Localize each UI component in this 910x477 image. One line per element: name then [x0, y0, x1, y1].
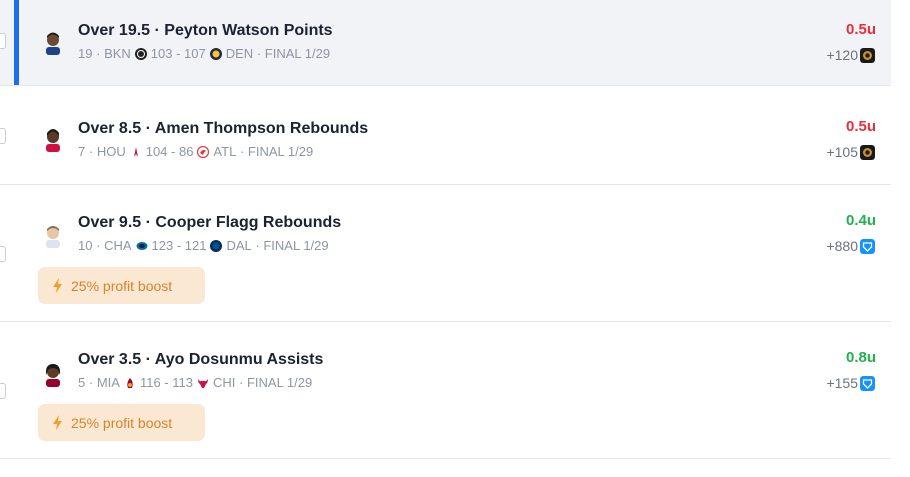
fanduel-icon — [860, 238, 875, 254]
odds-value: +155 — [826, 375, 858, 391]
bet-row[interactable]: Over 8.5 · Amen Thompson Rebounds 7 · HO… — [0, 86, 891, 185]
bet-title: Over 9.5 · Cooper Flagg Rebounds — [78, 214, 342, 231]
game-info: 7 · HOU 104 - 86 ATL · FINAL 1/29 — [78, 144, 314, 159]
game-score: 104 - 86 — [145, 144, 194, 159]
units-value: 0.5u — [845, 21, 876, 38]
selected-indicator — [14, 0, 19, 85]
units-value: 0.5u — [845, 118, 876, 135]
stat-result: 5 — [78, 375, 86, 390]
units-value: 0.4u — [845, 212, 876, 229]
game-status: FINAL 1/29 — [264, 46, 331, 61]
row-checkbox[interactable] — [0, 33, 6, 49]
profit-boost-label: 25% profit boost — [71, 277, 173, 294]
odds: +880 — [826, 238, 875, 254]
lightning-icon — [53, 415, 62, 430]
game-status: FINAL 1/29 — [246, 375, 313, 390]
bet-title: Over 19.5 · Peyton Watson Points — [78, 22, 333, 39]
game-status: FINAL 1/29 — [263, 238, 329, 253]
hawks-logo-icon — [197, 145, 210, 158]
game-info: 19 · BKN 103 - 107 DEN · FINAL 1/29 — [78, 46, 331, 61]
rockets-logo-icon — [133, 146, 138, 157]
nuggets-logo-icon — [209, 47, 222, 60]
stat-result: 10 — [78, 238, 93, 253]
player-avatar — [46, 226, 60, 248]
row-checkbox[interactable] — [0, 383, 6, 399]
heat-logo-icon — [127, 377, 133, 388]
bet365-icon — [860, 47, 875, 63]
lightning-icon — [53, 278, 62, 293]
game-score: 123 - 121 — [151, 238, 207, 253]
team-home: DEN — [225, 46, 254, 61]
team-home: ATL — [213, 144, 237, 159]
odds-value: +105 — [826, 144, 858, 160]
units-value: 0.8u — [845, 349, 876, 366]
team-away: BKN — [104, 46, 131, 61]
odds: +120 — [826, 47, 875, 63]
row-checkbox[interactable] — [0, 246, 6, 262]
player-avatar — [46, 32, 60, 55]
mavericks-logo-icon — [210, 239, 223, 252]
game-info: 5 · MIA 116 - 113 CHI · FINAL 1/29 — [78, 375, 313, 390]
profit-boost-label: 25% profit boost — [71, 414, 173, 431]
nets-logo-icon — [134, 47, 147, 60]
odds-value: +880 — [826, 238, 858, 254]
bulls-logo-icon — [197, 378, 208, 388]
team-home: CHI — [212, 375, 236, 390]
bet-history-list: Over 19.5 · Peyton Watson Points 19 · BK… — [0, 0, 891, 477]
profit-boost-badge: 25% profit boost — [38, 404, 205, 441]
stat-result: 19 — [78, 46, 93, 61]
game-score: 103 - 107 — [150, 46, 206, 61]
team-away: HOU — [96, 144, 126, 159]
bet-row[interactable]: Over 3.5 · Ayo Dosunmu Assists 5 · MIA 1… — [0, 322, 891, 459]
bet365-icon — [860, 144, 875, 160]
team-away: MIA — [96, 375, 120, 390]
odds: +105 — [826, 144, 875, 160]
odds: +155 — [826, 375, 875, 391]
player-avatar — [46, 129, 60, 152]
player-avatar — [45, 364, 61, 387]
hornets-logo-icon — [136, 241, 148, 250]
odds-value: +120 — [826, 47, 858, 63]
game-score: 116 - 113 — [139, 375, 193, 390]
bet-row[interactable]: Over 19.5 · Peyton Watson Points 19 · BK… — [0, 0, 891, 86]
bet-title: Over 8.5 · Amen Thompson Rebounds — [78, 120, 369, 137]
stat-result: 7 — [78, 144, 86, 159]
team-home: DAL — [226, 238, 252, 253]
profit-boost-badge: 25% profit boost — [38, 267, 205, 304]
team-away: CHA — [104, 238, 132, 253]
row-checkbox[interactable] — [0, 128, 6, 144]
fanduel-icon — [860, 375, 875, 391]
bet-row[interactable]: Over 9.5 · Cooper Flagg Rebounds 10 · CH… — [0, 185, 891, 322]
game-status: FINAL 1/29 — [247, 144, 314, 159]
game-info: 10 · CHA 123 - 121 DAL · FINAL 1/29 — [78, 238, 329, 253]
bet-title: Over 3.5 · Ayo Dosunmu Assists — [78, 351, 324, 368]
